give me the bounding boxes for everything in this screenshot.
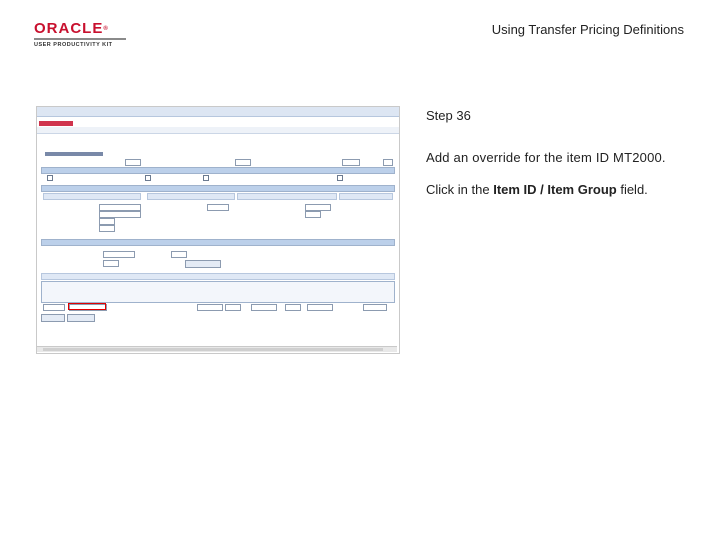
screenshot-save-button xyxy=(41,314,65,322)
screenshot-scrollbar-thumb xyxy=(43,348,383,351)
screenshot-markup-cost-tab xyxy=(237,193,337,200)
logo-wordmark: ORACLE® xyxy=(34,20,126,37)
screenshot-select-lines-button xyxy=(185,260,221,268)
item-id-field-highlight[interactable] xyxy=(68,303,106,310)
screenshot-business-unit xyxy=(125,159,141,166)
logo-word: ORACLE xyxy=(34,20,104,37)
screenshot-bu-defaults-header xyxy=(41,185,395,192)
screenshot-pricing-field-1 xyxy=(99,204,141,211)
step-instruction: Add an override for the item ID MT2000. xyxy=(426,150,666,165)
screenshot-toolbar xyxy=(37,127,399,134)
screenshot-number-of-rows xyxy=(103,260,119,267)
screenshot-pricing-options-tab xyxy=(43,193,141,200)
page-title: Using Transfer Pricing Definitions xyxy=(491,22,684,37)
screenshot-checkbox-4 xyxy=(337,175,343,181)
click-instruction-suffix: field. xyxy=(616,182,648,197)
screenshot-oracle-logo xyxy=(39,120,75,127)
screenshot-grid-cell-overhead xyxy=(363,304,387,311)
screenshot-item-from xyxy=(171,251,187,258)
screenshot-number-of-items xyxy=(99,225,115,232)
click-instruction-prefix: Click in the xyxy=(426,182,494,197)
screenshot-pricing-field-2 xyxy=(99,211,141,218)
screenshot-markup-percent-tab xyxy=(147,193,235,200)
screenshot-pricing-field-3 xyxy=(99,218,115,225)
logo-subtitle: USER PRODUCTIVITY KIT xyxy=(34,42,113,48)
screenshot-grid-cell-markup-cost xyxy=(285,304,301,311)
screenshot-destination-unit xyxy=(235,159,251,166)
oracle-upk-logo: ORACLE® USER PRODUCTIVITY KIT xyxy=(34,20,126,48)
screenshot-checkbox-1 xyxy=(47,175,53,181)
screenshot-default-overrides-header xyxy=(41,167,395,174)
screenshot-checkbox-2 xyxy=(145,175,151,181)
screenshot-select-lines-by xyxy=(103,251,135,258)
logo-rule xyxy=(34,38,126,40)
screenshot-markup-cost-field xyxy=(305,211,321,218)
screenshot-grid-cell-select-type xyxy=(43,304,65,311)
screenshot-markup-percent-field xyxy=(207,204,229,211)
click-instruction: Click in the Item ID / Item Group field. xyxy=(426,182,648,197)
screenshot-horizontal-scrollbar xyxy=(37,346,397,352)
screenshot-grid-cell-pricing-option xyxy=(197,304,223,311)
screenshot-item-override-grid-header xyxy=(41,273,395,280)
screenshot-grid-cell-price-basis xyxy=(307,304,333,311)
step-label: Step 36 xyxy=(426,108,471,123)
application-screenshot xyxy=(36,106,400,354)
screenshot-grid-cell-markup-percent xyxy=(225,304,241,311)
screenshot-page-title xyxy=(45,152,103,156)
screenshot-breadcrumb-bar xyxy=(37,107,399,117)
screenshot-status xyxy=(383,159,393,166)
screenshot-cost-element-field xyxy=(305,204,331,211)
logo-registered-mark: ® xyxy=(103,26,109,32)
screenshot-grid-cell-cost-element xyxy=(251,304,277,311)
screenshot-select-lines-header xyxy=(41,239,395,246)
screenshot-refresh-button xyxy=(67,314,95,322)
screenshot-logo-shape xyxy=(39,121,73,126)
screenshot-additional-costs-tab xyxy=(339,193,393,200)
click-instruction-field-name: Item ID / Item Group xyxy=(493,182,617,197)
screenshot-grid-column-headers xyxy=(41,281,395,303)
screenshot-effective-date xyxy=(342,159,360,166)
screenshot-checkbox-3 xyxy=(203,175,209,181)
